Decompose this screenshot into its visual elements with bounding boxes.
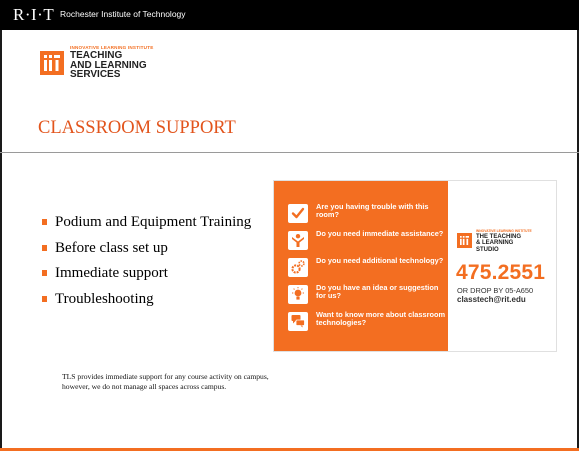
slide: R·I·T Rochester Institute of Technology … [0,0,579,451]
bullet-item: Podium and Equipment Training [42,210,251,236]
tls-logo-text: TEACHING AND LEARNING SERVICES [70,51,190,80]
title-divider [0,152,579,153]
question-row: Are you having trouble with this room? [288,203,448,227]
question-row: Do you have an idea or suggestion for us… [288,284,448,308]
bullet-text: Before class set up [55,239,168,256]
person-icon [288,231,308,250]
gears-icon [288,258,308,277]
studio-logo-icon [457,233,472,248]
bullet-item: Before class set up [42,236,251,262]
tls-logo-icon [40,51,64,75]
bullet-item: Troubleshooting [42,287,251,313]
checkmark-icon [288,204,308,223]
studio-logo-text: THE TEACHING & LEARNING STUDIO [476,234,556,253]
support-phone-number: 475.2551 [456,261,546,284]
bullet-marker [42,270,47,276]
question-text: Do you need additional technology? [316,256,444,265]
bullet-marker [42,295,47,302]
bullet-marker [42,244,47,251]
support-card-orange-panel: Are you having trouble with this room? D… [274,181,448,351]
bullet-marker [42,219,47,225]
rit-institution-name: Rochester Institute of Technology [60,9,186,19]
header-bar: R·I·T Rochester Institute of Technology [0,0,579,30]
studio-logo-institute: INNOVATIVE LEARNING INSTITUTE [476,229,532,233]
bullet-text: Immediate support [55,265,168,281]
question-text: Do you have an idea or suggestion for us… [316,283,439,300]
slide-left-edge [0,0,2,451]
rit-wordmark: R·I·T [13,5,55,24]
tls-logo-line3: SERVICES [70,69,121,80]
question-row: Want to know more about classroom techno… [288,311,448,335]
footnote: TLS provides immediate support for any c… [62,372,269,391]
support-card: Are you having trouble with this room? D… [273,180,557,352]
drop-by-location: OR DROP BY 05-A650 [457,286,534,295]
slide-title: CLASSROOM SUPPORT [38,118,236,138]
bullet-text: Troubleshooting [55,290,154,307]
lightbulb-icon [288,285,308,304]
question-text: Want to know more about classroom techno… [316,310,446,327]
question-text: Do you need immediate assistance? [316,229,444,238]
support-email: classtech@rit.edu [457,295,526,304]
question-text: Are you having trouble with this room? [316,202,429,219]
speech-bubbles-icon [288,312,308,331]
question-row: Do you need immediate assistance? [288,230,448,254]
bullet-text: Podium and Equipment Training [55,214,252,230]
bullet-list: Podium and Equipment Training Before cla… [42,210,251,312]
bullet-item: Immediate support [42,261,251,287]
studio-logo-line3: STUDIO [476,246,499,253]
question-row: Do you need additional technology? [288,257,448,281]
